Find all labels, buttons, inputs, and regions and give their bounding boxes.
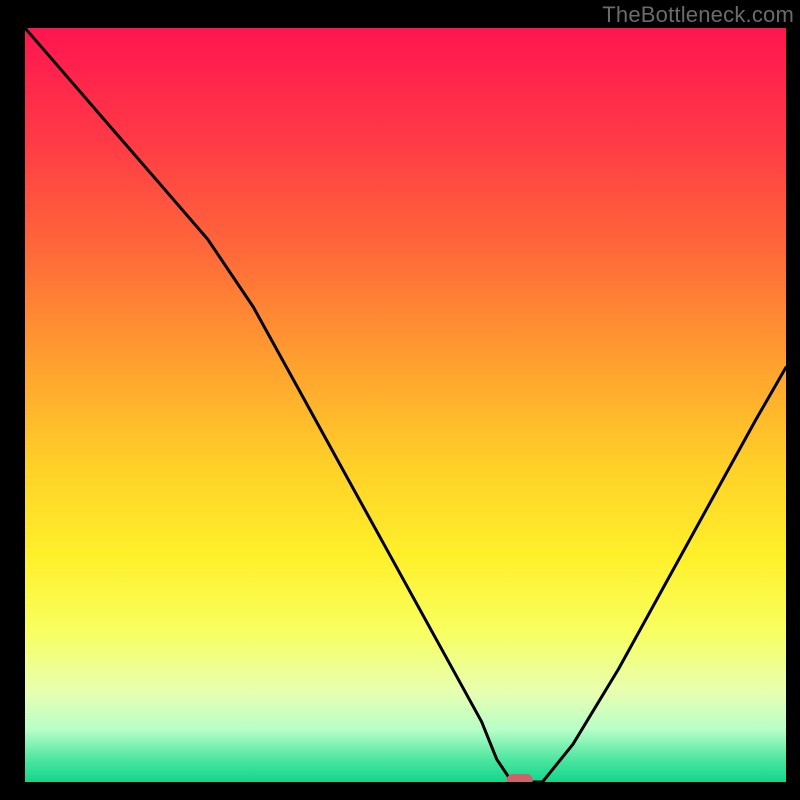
plot-background	[25, 28, 786, 782]
marker-pill	[507, 774, 533, 787]
watermark-label: TheBottleneck.com	[602, 2, 794, 28]
bottleneck-chart	[0, 0, 800, 800]
chart-container: TheBottleneck.com	[0, 0, 800, 800]
